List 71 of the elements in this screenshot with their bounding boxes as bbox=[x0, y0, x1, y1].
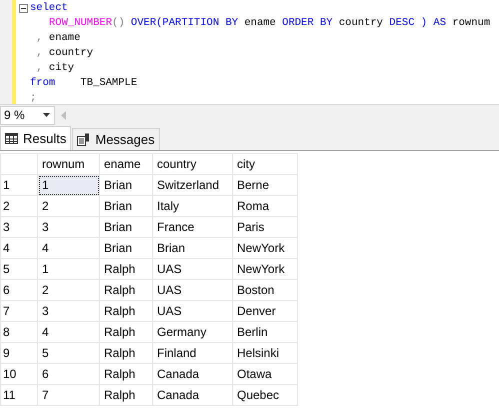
table-cell: 2 bbox=[38, 280, 100, 300]
table-cell: Ralph bbox=[100, 280, 152, 300]
table-cell: Denver bbox=[232, 300, 298, 322]
table-cell: 3 bbox=[38, 300, 100, 322]
table-cell: Brian bbox=[100, 216, 152, 238]
results-tab[interactable]: Messages bbox=[72, 128, 160, 150]
row-number: 8 bbox=[0, 322, 38, 342]
row-number: 7 bbox=[0, 300, 38, 322]
table-cell: 6 bbox=[38, 364, 100, 384]
table-cell: Ralph bbox=[100, 300, 152, 322]
row-number: 2 bbox=[0, 196, 38, 216]
row-number: 11 bbox=[0, 384, 38, 406]
table-cell: NewYork bbox=[232, 258, 298, 280]
table-cell: 5 bbox=[38, 342, 100, 364]
row-number: 3 bbox=[0, 216, 38, 238]
table-cell: Brian bbox=[100, 174, 152, 196]
table-cell: UAS bbox=[152, 258, 232, 280]
row-number: 5 bbox=[0, 258, 38, 280]
table-cell: Brian bbox=[100, 238, 152, 258]
table-cell: Ralph bbox=[100, 322, 152, 342]
table-cell: Brian bbox=[100, 196, 152, 216]
table-cell: 1 bbox=[38, 174, 100, 196]
document-icon bbox=[77, 133, 90, 146]
table-cell: Canada bbox=[152, 384, 232, 406]
table-cell: Quebec bbox=[232, 384, 298, 406]
table-cell: Boston bbox=[232, 280, 298, 300]
row-number: 6 bbox=[0, 280, 38, 300]
table-cell: Roma bbox=[232, 196, 298, 216]
table-cell: Ralph bbox=[100, 384, 152, 406]
code-line: , ename bbox=[35, 31, 82, 46]
table-cell: Helsinki bbox=[232, 342, 298, 364]
table-cell: Otawa bbox=[232, 364, 298, 384]
table-cell: Berlin bbox=[232, 322, 298, 342]
table-cell: Ralph bbox=[100, 364, 152, 384]
table-cell: 4 bbox=[38, 322, 100, 342]
results-tab[interactable]: Results bbox=[0, 126, 72, 150]
table-cell: Brian bbox=[152, 238, 232, 258]
caret-icon bbox=[43, 113, 50, 117]
row-number: 10 bbox=[0, 364, 38, 384]
table-cell: Canada bbox=[152, 364, 232, 384]
row-number: 4 bbox=[0, 238, 38, 258]
code-line: , country bbox=[35, 46, 94, 61]
zoom-dropdown[interactable]: 9 % bbox=[0, 106, 55, 124]
table-cell: Ralph bbox=[100, 342, 152, 364]
collapse-icon[interactable] bbox=[18, 4, 28, 13]
table-cell: 7 bbox=[38, 384, 100, 406]
code-line: ROW_NUMBER() OVER(PARTITION BY ename ORDER BY country DESC ) AS rownum bbox=[48, 16, 490, 31]
table-cell: 3 bbox=[38, 216, 100, 238]
table-cell: 2 bbox=[38, 196, 100, 216]
table-cell: 1 bbox=[38, 258, 100, 280]
grid-icon bbox=[5, 133, 18, 144]
table-cell: Germany bbox=[152, 322, 232, 342]
table-cell: Finland bbox=[152, 342, 232, 364]
column-header[interactable]: city bbox=[232, 154, 298, 174]
table-cell: Paris bbox=[232, 216, 298, 238]
table-cell: NewYork bbox=[232, 238, 298, 258]
code-line: , city bbox=[35, 61, 76, 76]
row-number: 9 bbox=[0, 342, 38, 364]
table-cell: 4 bbox=[38, 238, 100, 258]
table-cell: Ralph bbox=[100, 258, 152, 280]
table-cell: Italy bbox=[152, 196, 232, 216]
column-header[interactable]: ename bbox=[100, 154, 152, 174]
table-cell: Switzerland bbox=[152, 174, 232, 196]
column-header[interactable]: country bbox=[152, 154, 232, 174]
code-line: ; bbox=[30, 91, 38, 104]
table-cell: UAS bbox=[152, 280, 232, 300]
table-cell: Berne bbox=[232, 174, 298, 196]
table-cell: UAS bbox=[152, 300, 232, 322]
code-line: select bbox=[30, 1, 69, 16]
table-cell: France bbox=[152, 216, 232, 238]
code-line: from TB_SAMPLE bbox=[30, 76, 138, 91]
